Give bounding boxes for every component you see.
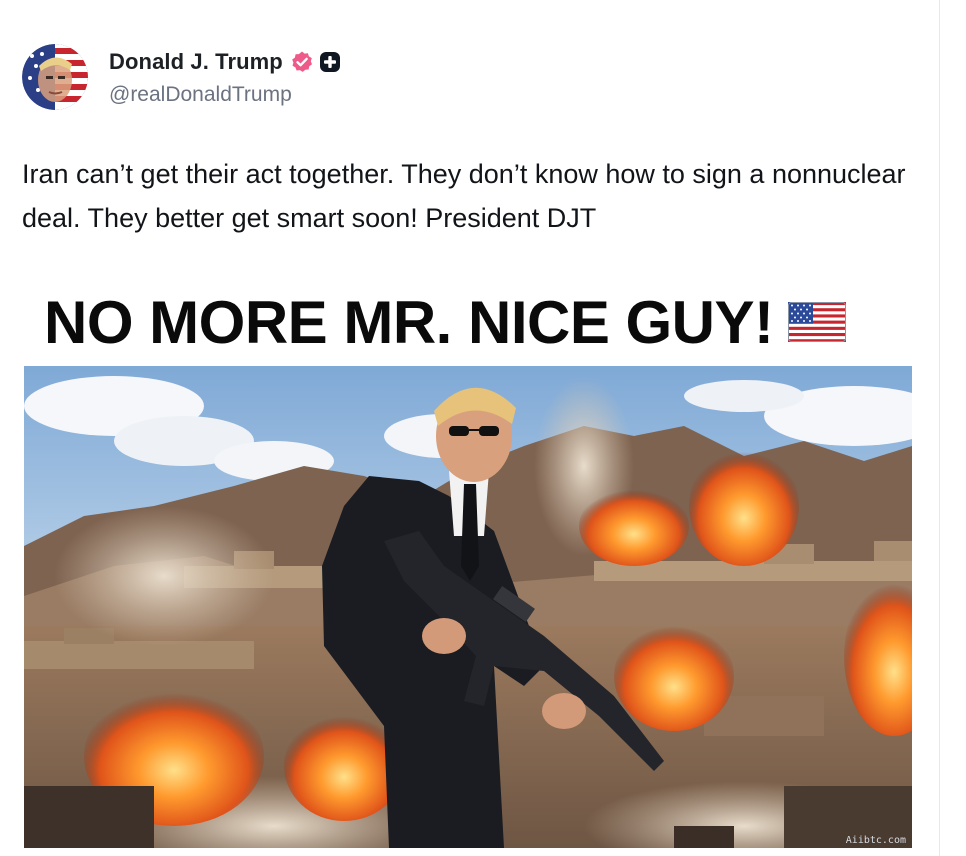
author-display-name[interactable]: Donald J. Trump xyxy=(109,49,283,75)
post-page: Donald J. Trump @realDonaldTrump Iran ca… xyxy=(0,0,966,856)
avatar[interactable] xyxy=(22,44,88,110)
author-identity: Donald J. Trump @realDonaldTrump xyxy=(109,48,341,107)
plus-badge-icon xyxy=(319,51,341,73)
media-caption: NO MORE MR. NICE GUY! xyxy=(44,284,914,360)
post-media-image[interactable]: Aiibtc.com xyxy=(24,366,912,848)
post-header: Donald J. Trump @realDonaldTrump xyxy=(22,44,341,112)
column-divider xyxy=(939,0,940,856)
us-flag-icon xyxy=(787,302,846,342)
media-caption-text: NO MORE MR. NICE GUY! xyxy=(44,288,774,356)
watermark-text: Aiibtc.com xyxy=(845,835,906,846)
verified-badge-icon xyxy=(290,50,314,74)
author-handle[interactable]: @realDonaldTrump xyxy=(109,83,341,107)
post-text: Iran can’t get their act together. They … xyxy=(22,159,906,233)
name-row: Donald J. Trump xyxy=(109,48,341,76)
